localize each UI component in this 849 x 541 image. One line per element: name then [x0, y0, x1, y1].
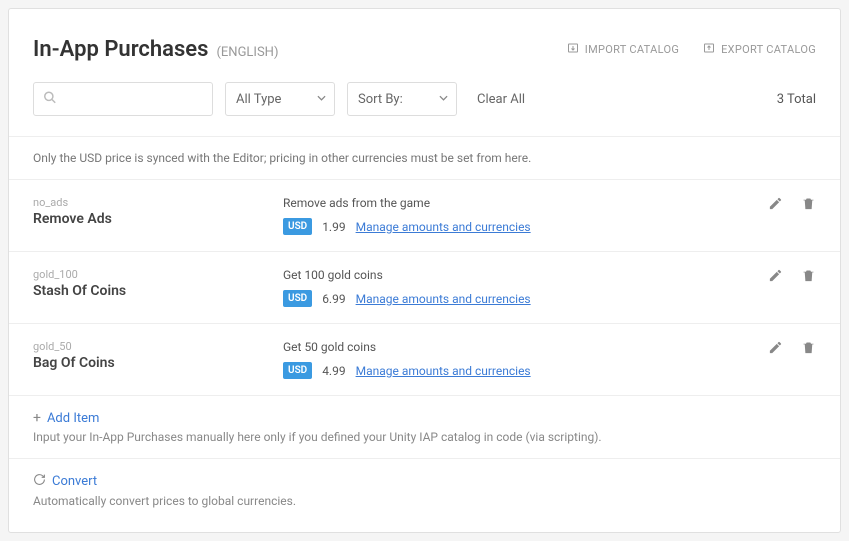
iap-item-row: gold_50 Bag Of Coins Get 50 gold coins U…	[9, 324, 840, 396]
item-price: 4.99	[322, 364, 345, 378]
edit-icon[interactable]	[768, 340, 783, 355]
add-item-button[interactable]: + Add Item	[33, 410, 816, 426]
convert-label: Convert	[52, 474, 97, 489]
search-icon	[43, 90, 57, 109]
manage-currencies-link[interactable]: Manage amounts and currencies	[356, 364, 531, 378]
add-item-label: Add Item	[47, 411, 99, 426]
import-label: IMPORT CATALOG	[585, 43, 679, 56]
item-name: Bag Of Coins	[33, 355, 283, 371]
item-description: Remove ads from the game	[283, 196, 768, 210]
item-name: Remove Ads	[33, 211, 283, 227]
export-label: EXPORT CATALOG	[721, 43, 816, 56]
edit-icon[interactable]	[768, 196, 783, 211]
convert-description: Automatically convert prices to global c…	[33, 494, 816, 508]
iap-item-row: gold_100 Stash Of Coins Get 100 gold coi…	[9, 252, 840, 324]
language-label: (ENGLISH)	[216, 45, 278, 60]
add-item-description: Input your In-App Purchases manually her…	[33, 430, 816, 444]
item-id: no_ads	[33, 196, 283, 209]
item-description: Get 100 gold coins	[283, 268, 768, 282]
currency-badge: USD	[283, 218, 312, 235]
convert-button[interactable]: Convert	[33, 473, 816, 490]
plus-icon: +	[33, 410, 41, 426]
import-catalog-button[interactable]: IMPORT CATALOG	[567, 42, 679, 57]
currency-badge: USD	[283, 290, 312, 307]
item-price: 1.99	[322, 220, 345, 234]
sort-select[interactable]: Sort By:	[347, 82, 457, 116]
clear-all-button[interactable]: Clear All	[477, 92, 525, 107]
total-count: 3 Total	[777, 92, 816, 107]
manage-currencies-link[interactable]: Manage amounts and currencies	[356, 220, 531, 234]
edit-icon[interactable]	[768, 268, 783, 283]
type-filter-select[interactable]: All Type	[225, 82, 335, 116]
export-icon	[703, 42, 715, 57]
export-catalog-button[interactable]: EXPORT CATALOG	[703, 42, 816, 57]
currency-badge: USD	[283, 362, 312, 379]
refresh-icon	[33, 473, 46, 490]
item-name: Stash Of Coins	[33, 283, 283, 299]
manage-currencies-link[interactable]: Manage amounts and currencies	[356, 292, 531, 306]
sync-info-text: Only the USD price is synced with the Ed…	[9, 136, 840, 180]
page-title: In-App Purchases	[33, 37, 208, 62]
sort-label: Sort By:	[358, 92, 403, 107]
iap-panel: In-App Purchases (ENGLISH) IMPORT CATALO…	[8, 8, 841, 533]
chevron-down-icon	[439, 92, 448, 107]
type-filter-label: All Type	[236, 92, 281, 107]
item-id: gold_100	[33, 268, 283, 281]
panel-header: In-App Purchases (ENGLISH) IMPORT CATALO…	[9, 9, 840, 82]
delete-icon[interactable]	[801, 340, 816, 355]
iap-item-row: no_ads Remove Ads Remove ads from the ga…	[9, 180, 840, 252]
delete-icon[interactable]	[801, 268, 816, 283]
import-icon	[567, 42, 579, 57]
chevron-down-icon	[317, 92, 326, 107]
item-price: 6.99	[322, 292, 345, 306]
item-description: Get 50 gold coins	[283, 340, 768, 354]
filters-row: All Type Sort By: Clear All 3 Total	[9, 82, 840, 136]
item-id: gold_50	[33, 340, 283, 353]
delete-icon[interactable]	[801, 196, 816, 211]
search-input[interactable]	[33, 82, 213, 116]
